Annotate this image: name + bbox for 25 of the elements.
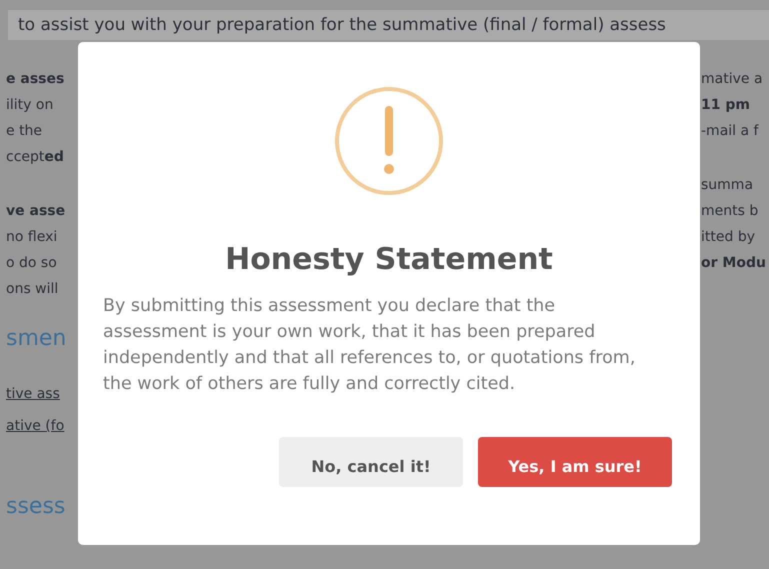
paragraph-text: summa bbox=[701, 176, 754, 195]
paragraph-text: -mail a f bbox=[701, 122, 758, 141]
link[interactable]: tive ass bbox=[6, 378, 60, 410]
page-text: to assist you with your preparation for the summative (final / formal) assess bbox=[18, 15, 666, 35]
paragraph-text: mative a bbox=[701, 70, 763, 89]
paragraph-text: ccepted bbox=[6, 148, 64, 167]
section-heading: smen bbox=[6, 325, 66, 353]
paragraph-text: no flexi bbox=[6, 228, 58, 247]
confirm-button[interactable]: Yes, I am sure! bbox=[478, 437, 672, 487]
paragraph-text: 11 pm bbox=[701, 96, 750, 115]
link[interactable]: ative (fo bbox=[6, 410, 64, 442]
dialog-title: Honesty Statement bbox=[225, 242, 553, 277]
dialog-message: By submitting this assessment you declare that the assessment is your own work, that it has been prepared independently and that all references to, or quotations from, the work of others are fully and correctly cited. bbox=[103, 295, 636, 396]
paragraph-text: itted by bbox=[701, 228, 755, 247]
paragraph-text: ve asse bbox=[6, 202, 66, 221]
paragraph-text: or Modu bbox=[701, 254, 766, 273]
paragraph-text: e asses bbox=[6, 70, 64, 89]
section-heading: ssess bbox=[6, 493, 66, 521]
cancel-button[interactable]: No, cancel it! bbox=[279, 437, 463, 487]
paragraph-text: ments b bbox=[701, 202, 758, 221]
paragraph-text: e the bbox=[6, 122, 42, 141]
paragraph-text: ility on bbox=[6, 96, 54, 115]
paragraph-text: o do so bbox=[6, 254, 57, 273]
warning-icon bbox=[334, 86, 444, 196]
paragraph-text: ons will bbox=[6, 280, 58, 299]
